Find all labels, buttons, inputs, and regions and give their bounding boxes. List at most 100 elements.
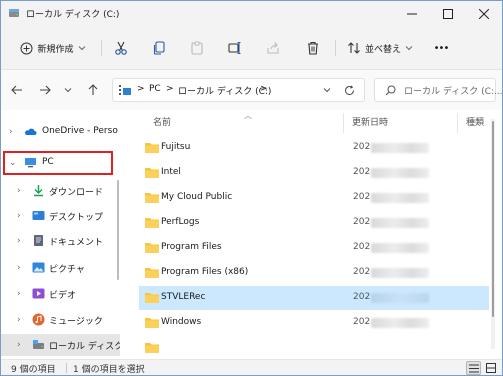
column-divider[interactable] [457, 113, 458, 133]
file-date: 202 [353, 167, 371, 177]
folder-icon [145, 293, 159, 303]
rename-button[interactable] [223, 36, 247, 60]
new-button[interactable]: 新規作成 [15, 36, 91, 60]
refresh-button[interactable] [342, 83, 356, 97]
tiles-view-button[interactable] [483, 361, 498, 375]
close-icon [479, 8, 489, 19]
title-bar: ローカル ディスク (C:) [1, 1, 502, 26]
redacted-date [371, 243, 429, 253]
rename-icon [228, 41, 241, 55]
copy-button[interactable] [147, 36, 171, 60]
status-separator [66, 363, 67, 373]
redacted-date [371, 318, 429, 328]
sort-icon [348, 42, 360, 54]
maximize-icon [443, 8, 453, 19]
file-row[interactable]: My Cloud Public 202 [139, 186, 489, 210]
breadcrumb-separator[interactable]: > [166, 84, 174, 94]
delete-button[interactable] [301, 36, 325, 60]
nav-item-desktop[interactable]: › デスクトップ [1, 205, 120, 227]
chevron-down-icon [405, 46, 413, 51]
up-button[interactable] [83, 80, 103, 100]
chevron-right-icon[interactable]: › [17, 263, 27, 273]
breadcrumb-local-disk[interactable]: ローカル ディスク (C:) [178, 84, 271, 97]
folder-icon [145, 268, 159, 278]
trash-icon [308, 41, 318, 55]
nav-item-documents[interactable]: › ドキュメント [1, 230, 120, 252]
cut-button[interactable] [109, 36, 133, 60]
redacted-date [371, 193, 429, 203]
file-list-scrollbar-thumb[interactable] [492, 121, 494, 317]
chevron-right-icon[interactable]: › [17, 315, 27, 325]
file-name: Program Files [161, 242, 222, 252]
forward-button[interactable] [35, 80, 55, 100]
close-button[interactable] [466, 1, 502, 26]
column-header-name[interactable]: 名前 [153, 115, 171, 128]
nav-item-videos[interactable]: › ビデオ [1, 283, 120, 305]
file-row[interactable]: Program Files 202 [139, 236, 489, 260]
videos-icon [32, 288, 45, 299]
redacted-date [371, 143, 429, 153]
file-date: 202 [353, 242, 371, 252]
chevron-right-icon[interactable]: › [17, 186, 27, 196]
music-icon [32, 313, 45, 326]
chevron-right-icon[interactable]: › [17, 211, 27, 221]
details-view-icon [468, 364, 479, 372]
minimize-button[interactable] [394, 1, 430, 26]
column-header-modified[interactable]: 更新日時 [352, 115, 388, 128]
column-divider[interactable] [343, 113, 344, 133]
details-view-button[interactable] [466, 361, 481, 375]
sort-button[interactable]: 並べ替え [343, 36, 417, 60]
file-name: PerfLogs [161, 217, 200, 227]
recent-locations-button[interactable] [58, 80, 78, 100]
breadcrumb-pc[interactable]: PC [149, 84, 161, 94]
nav-item-onedrive[interactable]: › OneDrive - Perso [1, 121, 120, 143]
nav-item-label: ローカル ディスク ( [49, 342, 120, 352]
nav-item-label: ミュージック [49, 317, 103, 327]
file-name: Intel [161, 167, 181, 177]
folder-icon [145, 193, 159, 203]
file-name: My Cloud Public [161, 192, 233, 202]
sort-ascending-icon: ︿ [244, 111, 252, 120]
nav-item-music[interactable]: › ミュージック [1, 309, 120, 331]
file-row[interactable]: Intel 202 [139, 161, 489, 185]
chevron-right-icon[interactable]: › [9, 127, 19, 137]
file-date: 202 [353, 267, 371, 277]
search-input[interactable]: ローカル ディスク (C:... [374, 78, 502, 102]
nav-item-local-disk[interactable]: › ローカル ディスク ( [1, 334, 120, 356]
back-button[interactable] [7, 80, 27, 100]
paste-button[interactable] [185, 36, 209, 60]
breadcrumb-separator[interactable]: > [137, 84, 145, 94]
file-row-selected[interactable]: STVLERec 202 [139, 286, 489, 310]
maximize-button[interactable] [430, 1, 466, 26]
new-button-label: 新規作成 [37, 44, 74, 55]
breadcrumb-separator[interactable]: > [260, 84, 268, 94]
file-name: Fujitsu [161, 142, 191, 152]
toolbar-separator [101, 40, 102, 56]
more-options-icon: ••• [433, 42, 450, 54]
arrow-up-icon [88, 84, 98, 95]
address-history-button[interactable] [320, 83, 334, 97]
column-header-type[interactable]: 種類 [466, 115, 484, 128]
nav-pane-scrollbar[interactable] [117, 180, 119, 280]
share-icon [267, 42, 279, 54]
file-row[interactable]: PerfLogs 202 [139, 211, 489, 235]
address-row: > PC > ローカル ディスク (C:) > ローカル ディスク (C:... [1, 70, 502, 110]
nav-item-label: ドキュメント [49, 238, 104, 248]
file-row[interactable]: Fujitsu 202 [139, 136, 489, 160]
share-button[interactable] [261, 36, 285, 60]
nav-item-pictures[interactable]: › ピクチャ [1, 257, 120, 279]
file-row-partial[interactable] [139, 336, 489, 359]
file-name: STVLERec [161, 292, 206, 302]
file-date: 202 [353, 192, 371, 202]
nav-item-downloads[interactable]: › ダウンロード [1, 180, 120, 202]
file-row[interactable]: Program Files (x86) 202 [139, 261, 489, 285]
address-bar[interactable]: > PC > ローカル ディスク (C:) > [112, 78, 365, 102]
file-row[interactable]: Windows 202 [139, 311, 489, 335]
more-options-button[interactable]: ••• [427, 36, 455, 60]
chevron-right-icon[interactable]: › [17, 236, 27, 246]
chevron-right-icon[interactable]: › [17, 289, 27, 299]
redacted-date [371, 268, 429, 278]
chevron-down-icon [64, 88, 72, 93]
redacted-date [371, 168, 429, 178]
chevron-right-icon[interactable]: › [17, 340, 27, 350]
